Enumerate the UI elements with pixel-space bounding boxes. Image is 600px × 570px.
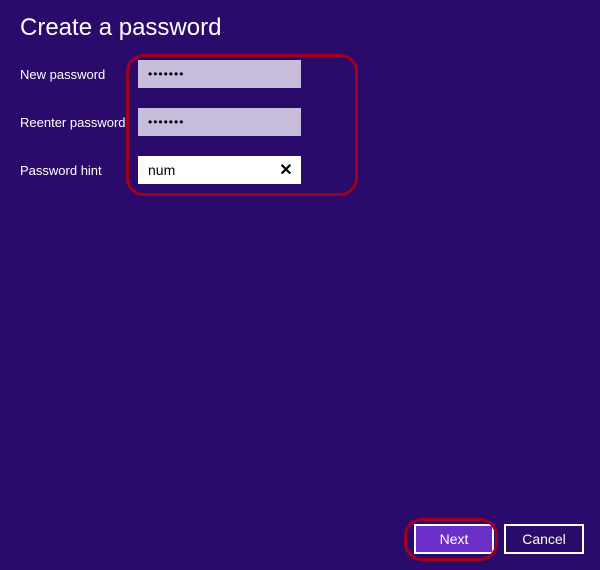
row-password-hint: Password hint ✕: [20, 156, 600, 184]
row-reenter-password: Reenter password: [20, 108, 600, 136]
reenter-password-input[interactable]: [138, 108, 301, 136]
label-reenter-password: Reenter password: [20, 115, 138, 130]
clear-hint-icon[interactable]: ✕: [271, 156, 301, 184]
password-hint-input[interactable]: [138, 156, 271, 184]
label-new-password: New password: [20, 67, 138, 82]
cancel-button[interactable]: Cancel: [504, 524, 584, 554]
new-password-input[interactable]: [138, 60, 301, 88]
next-button[interactable]: Next: [414, 524, 494, 554]
page-title: Create a password: [0, 0, 600, 60]
reenter-password-field-wrap: [138, 108, 301, 136]
label-password-hint: Password hint: [20, 163, 138, 178]
row-new-password: New password: [20, 60, 600, 88]
new-password-field-wrap: [138, 60, 301, 88]
password-form: New password Reenter password Password h…: [0, 60, 600, 184]
password-hint-field-wrap: ✕: [138, 156, 301, 184]
footer-buttons: Next Cancel: [414, 524, 584, 554]
